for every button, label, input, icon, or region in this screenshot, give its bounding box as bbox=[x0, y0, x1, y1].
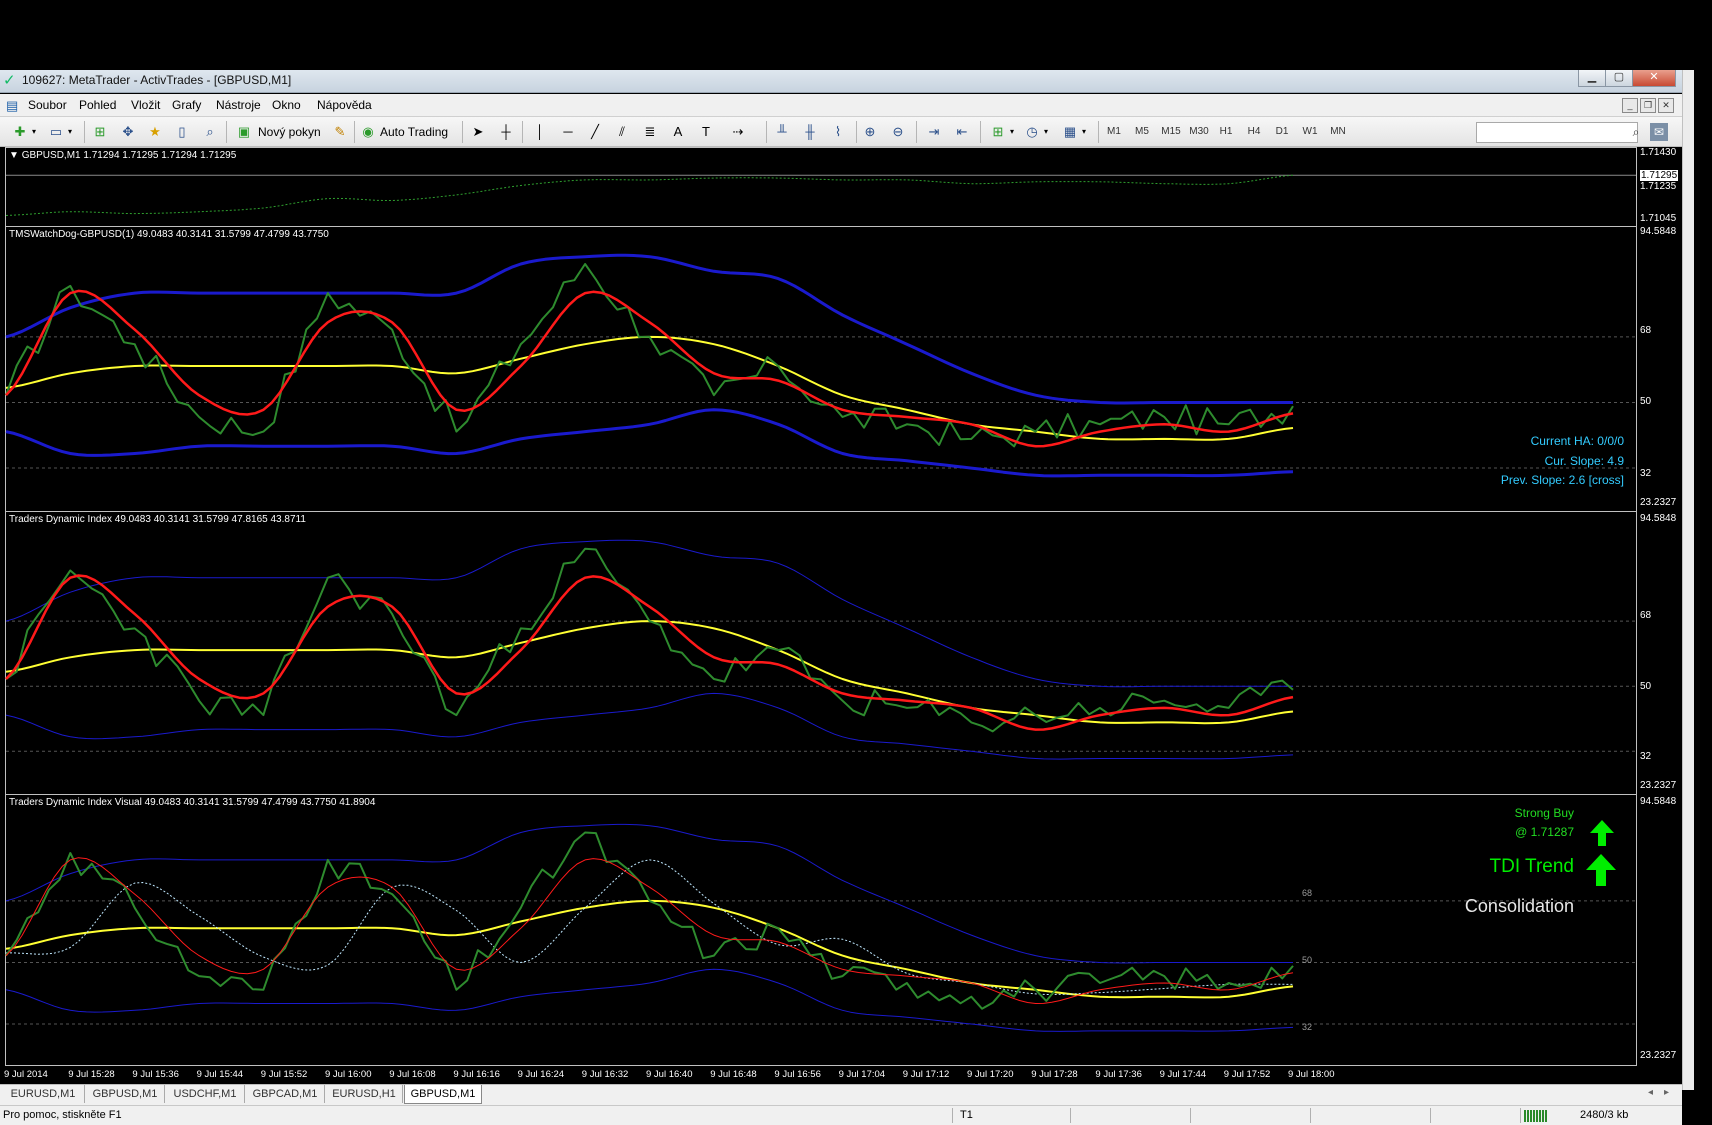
time-axis-label: 9 Jul 17:36 bbox=[1095, 1069, 1142, 1080]
tab-gbpusd-m1-active[interactable]: GBPUSD,M1 bbox=[404, 1085, 482, 1104]
tdi-trend-text: TDI Trend bbox=[1489, 856, 1574, 877]
time-axis-label: 9 Jul 17:28 bbox=[1031, 1069, 1078, 1080]
price-scale-label: 1.71430 bbox=[1640, 147, 1677, 158]
time-axis-label: 9 Jul 16:56 bbox=[774, 1069, 821, 1080]
time-axis-label: 9 Jul 17:52 bbox=[1223, 1069, 1271, 1080]
level-label: 50 bbox=[1640, 396, 1652, 407]
time-axis-label: 9 Jul 16:24 bbox=[517, 1069, 565, 1080]
time-axis-label: 9 Jul 17:04 bbox=[838, 1069, 886, 1080]
trend-up-arrow-icon bbox=[1586, 854, 1616, 886]
price-scale-label: 1.71235 bbox=[1640, 181, 1677, 192]
level-label: 50 bbox=[1640, 681, 1652, 692]
connection-bars-icon bbox=[1524, 1110, 1548, 1122]
scale-top-label: 94.5848 bbox=[1640, 226, 1677, 237]
buy-arrow-icon bbox=[1590, 820, 1614, 846]
time-axis-label: 9 Jul 2014 bbox=[4, 1069, 48, 1080]
current-price-label: 1.71295 bbox=[1640, 170, 1679, 181]
tab-scroll-right-icon[interactable]: ▸ bbox=[1664, 1087, 1669, 1098]
time-axis-label: 9 Jul 18:00 bbox=[1288, 1069, 1335, 1080]
level-label: 32 bbox=[1640, 468, 1652, 479]
time-axis-label: 9 Jul 16:48 bbox=[710, 1069, 757, 1080]
rsi-price-line bbox=[5, 547, 1294, 733]
chart-plot bbox=[5, 174, 1636, 1032]
time-axis-label: 9 Jul 15:52 bbox=[260, 1069, 308, 1080]
time-axis-label: 9 Jul 15:28 bbox=[68, 1069, 115, 1080]
scale-top-label: 94.5848 bbox=[1640, 796, 1677, 807]
level-label: 68 bbox=[1302, 888, 1313, 898]
trade-signal-line bbox=[5, 574, 1294, 731]
level-label: 68 bbox=[1640, 325, 1652, 336]
time-axis-label: 9 Jul 15:36 bbox=[132, 1069, 179, 1080]
level-label: 68 bbox=[1640, 610, 1652, 621]
cur-slope-text: Cur. Slope: 4.9 bbox=[1544, 454, 1624, 468]
strong-buy-text: Strong Buy bbox=[1514, 806, 1574, 820]
tab-eurusd-m1[interactable]: EURUSD,M1 bbox=[2, 1085, 85, 1103]
status-bar: Pro pomoc, stiskněte F1 T1 2480/3 kb bbox=[0, 1105, 1682, 1125]
prev-slope-text: Prev. Slope: 2.6 [cross] bbox=[1500, 473, 1624, 487]
level-label: 50 bbox=[1302, 955, 1313, 965]
lower-band-line bbox=[5, 408, 1294, 478]
consolidation-text: Consolidation bbox=[1464, 896, 1574, 916]
time-axis-label: 9 Jul 16:00 bbox=[325, 1069, 372, 1080]
time-axis-label: 9 Jul 16:32 bbox=[581, 1069, 629, 1080]
time-axis-label: 9 Jul 16:16 bbox=[453, 1069, 500, 1080]
template-text: T1 bbox=[960, 1109, 973, 1121]
level-label: 32 bbox=[1302, 1022, 1313, 1032]
upper-band-line bbox=[5, 253, 1293, 405]
time-axis-label: 9 Jul 16:40 bbox=[646, 1069, 693, 1080]
traffic-text: 2480/3 kb bbox=[1580, 1109, 1629, 1121]
tab-gbpcad-m1[interactable]: GBPCAD,M1 bbox=[246, 1085, 325, 1103]
tab-usdchf-m1[interactable]: USDCHF,M1 bbox=[166, 1085, 245, 1103]
price-scale-label: 1.71045 bbox=[1640, 213, 1677, 224]
time-axis-label: 9 Jul 17:20 bbox=[967, 1069, 1014, 1080]
vertical-scrollbar[interactable] bbox=[1682, 70, 1694, 1090]
signal-price-text: @ 1.71287 bbox=[1515, 825, 1574, 839]
tab-gbpusd-m1[interactable]: GBPUSD,M1 bbox=[86, 1085, 165, 1103]
scale-bottom-label: 23.2327 bbox=[1640, 497, 1677, 508]
scale-bottom-label: 23.2327 bbox=[1640, 1050, 1677, 1061]
trade-signal-line bbox=[5, 857, 1294, 1004]
scale-bottom-label: 23.2327 bbox=[1640, 780, 1677, 791]
lower-band-line bbox=[5, 692, 1294, 760]
help-text: Pro pomoc, stiskněte F1 bbox=[3, 1109, 122, 1121]
tab-scroll-left-icon[interactable]: ◂ bbox=[1648, 1087, 1653, 1098]
upper-band-line bbox=[5, 823, 1293, 964]
price-line bbox=[5, 174, 1294, 216]
current-ha-text: Current HA: 0/0/0 bbox=[1530, 434, 1624, 448]
tab-eurusd-h1[interactable]: EURUSD,H1 bbox=[326, 1085, 403, 1103]
time-axis-label: 9 Jul 17:44 bbox=[1159, 1069, 1207, 1080]
rsi-price-line bbox=[5, 831, 1294, 1010]
chart-tabs-bar: EURUSD,M1 GBPUSD,M1 USDCHF,M1 GBPCAD,M1 … bbox=[0, 1084, 1682, 1105]
upper-band-line bbox=[5, 539, 1293, 688]
time-axis-label: 9 Jul 17:12 bbox=[902, 1069, 950, 1080]
time-axis-label: 9 Jul 16:08 bbox=[389, 1069, 436, 1080]
level-label: 32 bbox=[1640, 751, 1652, 762]
scale-top-label: 94.5848 bbox=[1640, 513, 1677, 524]
slow-signal-line bbox=[6, 859, 1294, 995]
rsi-price-line bbox=[5, 263, 1294, 448]
lower-band-line bbox=[5, 968, 1294, 1032]
time-axis-label: 9 Jul 15:44 bbox=[196, 1069, 244, 1080]
